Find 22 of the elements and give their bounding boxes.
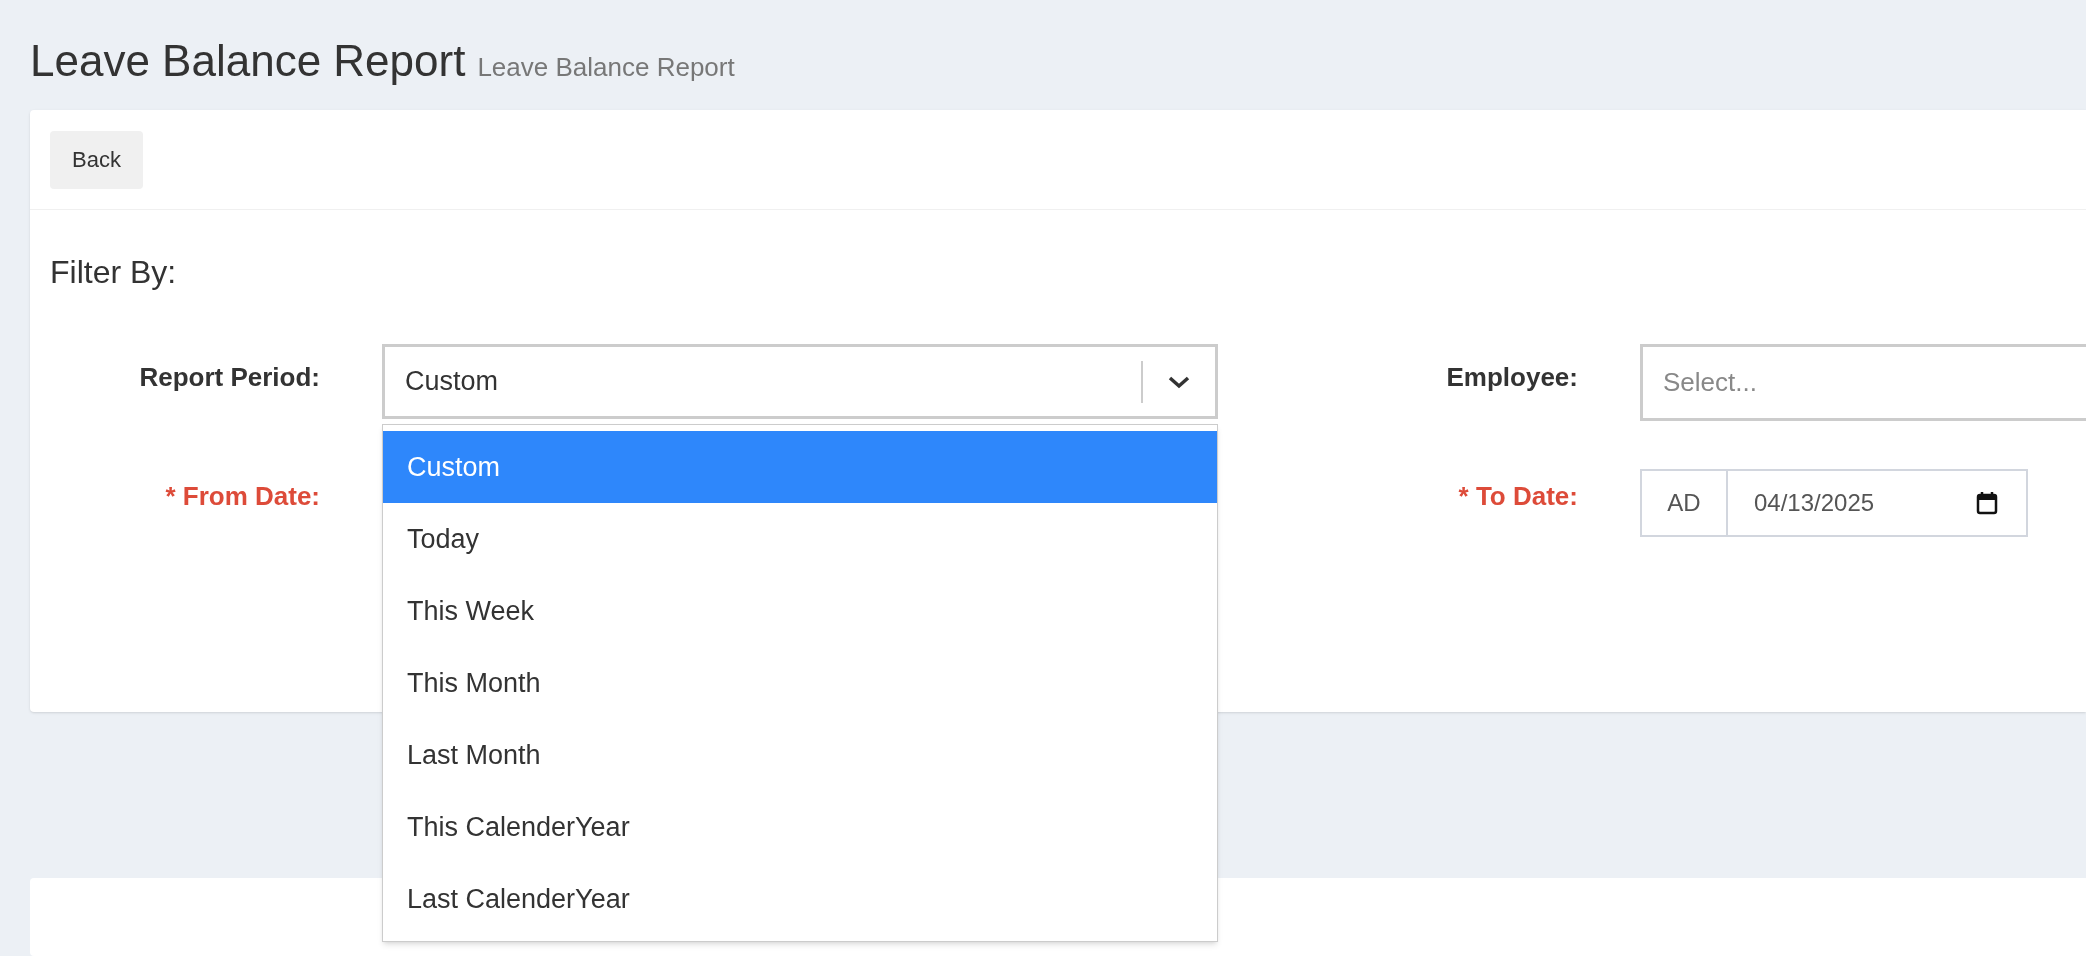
field-label: Employee: xyxy=(1446,361,1578,394)
select-value: Custom xyxy=(404,365,500,399)
dropdown-option[interactable]: Last CalenderYear xyxy=(383,863,1217,935)
page-title: Leave Balance Report xyxy=(30,35,466,87)
dropdown-option[interactable]: This Month xyxy=(383,647,1217,719)
page-subtitle: Leave Balance Report xyxy=(477,51,735,84)
back-button[interactable]: Back xyxy=(50,130,143,189)
dropdown-option[interactable]: Last Month xyxy=(383,719,1217,791)
to-date-field[interactable]: AD 04/13/2025 xyxy=(1640,469,2028,537)
field-label: Report Period: xyxy=(139,361,320,394)
report-period-select[interactable]: Custom xyxy=(382,344,1218,419)
date-value: 04/13/2025 xyxy=(1753,488,1876,518)
field-label: * To Date: xyxy=(1458,480,1578,513)
dropdown-option[interactable]: This Week xyxy=(383,575,1217,647)
filter-heading: Filter By: xyxy=(50,254,177,290)
dropdown-option[interactable]: Today xyxy=(383,503,1217,575)
field-label: * From Date: xyxy=(165,480,320,513)
calendar-icon xyxy=(1976,491,1998,515)
era-addon: AD xyxy=(1642,471,1728,535)
dropdown-option[interactable]: Custom xyxy=(383,431,1217,503)
dropdown-option[interactable]: This CalenderYear xyxy=(383,791,1217,863)
employee-select[interactable]: Select... xyxy=(1640,344,2086,421)
